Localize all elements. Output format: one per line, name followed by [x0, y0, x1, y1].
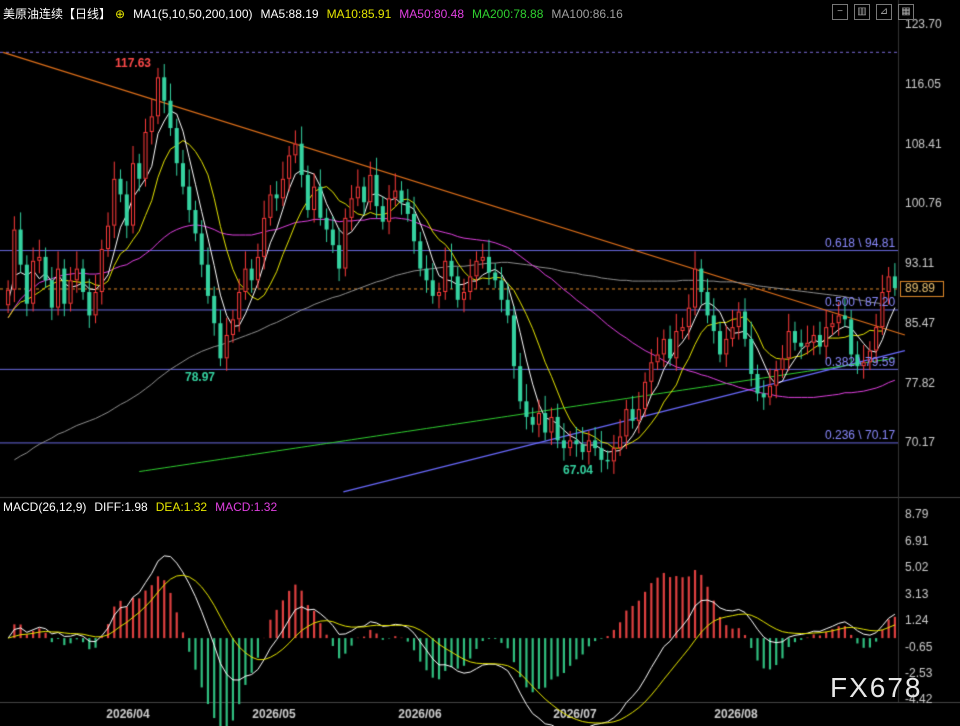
- minus-icon[interactable]: −: [832, 4, 848, 20]
- ma-label: MA1(5,10,50,200,100): [133, 7, 253, 21]
- brand-logo: FX678: [830, 672, 923, 703]
- macd-legend: MACD(26,12,9) DIFF:1.98 DEA:1.32 MACD:1.32: [3, 500, 285, 514]
- bar-chart-icon[interactable]: ▥: [854, 4, 870, 20]
- price-chart-canvas[interactable]: [0, 0, 960, 726]
- ma5-value: MA5:88.19: [260, 7, 319, 21]
- macd-value: MACD:1.32: [215, 500, 278, 514]
- macd-label: MACD(26,12,9): [3, 500, 87, 514]
- ma50-value: MA50:80.48: [399, 7, 464, 21]
- macd-diff: DIFF:1.98: [94, 500, 148, 514]
- macd-dea: DEA:1.32: [155, 500, 208, 514]
- instrument-name: 美原油连续: [3, 7, 64, 21]
- toolbar: − ▥ ⊿ ▦: [832, 4, 914, 20]
- period-label[interactable]: 【日线】: [63, 7, 111, 21]
- ma100-value: MA100:86.16: [551, 7, 623, 21]
- line-chart-icon[interactable]: ⊿: [876, 4, 892, 20]
- grid-icon[interactable]: ▦: [898, 4, 914, 20]
- price-legend: 美原油连续【日线】 ⊕ MA1(5,10,50,200,100) MA5:88.19 M…: [3, 5, 631, 22]
- settings-icon[interactable]: ⊕: [115, 7, 125, 21]
- ma10-value: MA10:85.91: [326, 7, 392, 21]
- ma200-value: MA200:78.88: [472, 7, 544, 21]
